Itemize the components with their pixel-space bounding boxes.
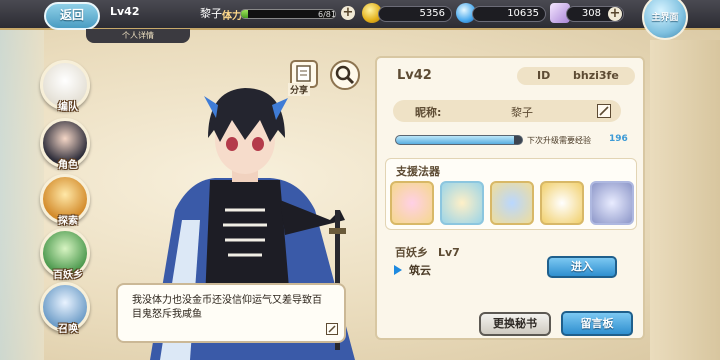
exp-needed: 196 [609,134,628,144]
left-nav: 编队 角色 探索 百妖乡 召唤 [30,40,100,340]
gold-counter: 5356 [378,6,452,22]
artifact-slot-4[interactable] [540,181,584,225]
artifact-slot-5[interactable] [590,181,634,225]
stamina-fill [241,10,248,18]
nav-explore[interactable]: 探索 [40,174,90,227]
top-bar: Lv42 黎子 体力 6/81 + 5356 10635 308 + [0,0,720,30]
nav-village[interactable]: 百妖乡 [40,228,90,281]
main-screen-button[interactable]: 主界面 [642,0,688,40]
edit-nickname-icon[interactable] [597,104,611,118]
support-artifacts: 支援法器 [385,158,637,230]
magnifier-icon [335,65,355,85]
add-scroll-button[interactable]: + [608,7,622,21]
enter-village-button[interactable]: 进入 [547,256,617,278]
speech-bubble: 我没体力也没金币还没信仰运气又差导致百目鬼怒斥我咸鱼 [116,283,346,343]
nav-village-label: 百妖乡 [53,270,83,281]
change-secretary-button[interactable]: 更换秘书 [479,312,551,336]
scroll-counter: 308 + [566,6,624,22]
nav-summon[interactable]: 召唤 [40,282,90,335]
village-label: 百妖乡 [395,246,428,259]
village-arrow-icon [394,265,402,275]
share-label: 分享 [288,83,311,96]
nav-character[interactable]: 角色 [40,118,90,171]
gem-counter: 10635 [472,6,546,22]
id-value: bhzi3fe [573,69,619,82]
player-name: 黎子 [200,7,222,20]
artifact-slot-3[interactable] [490,181,534,225]
exp-bar [395,135,523,145]
exp-label: 下次升级需要经验 [527,136,591,145]
profile-panel: Lv42 ID bhzi3fe 昵称: 黎子 下次升级需要经验 196 支援法器 [375,56,645,340]
zoom-button[interactable] [330,60,360,90]
village-info: 百妖乡 Lv7 [395,244,460,260]
speech-text: 我没体力也没金币还没信仰运气又差导致百目鬼怒斥我咸鱼 [132,295,322,320]
player-level: Lv42 [110,5,140,18]
nickname-label: 昵称: [415,106,442,119]
character-hair [208,88,285,142]
nav-formation[interactable]: 编队 [40,60,90,113]
village-level: Lv7 [438,246,460,259]
scroll-value: 308 [581,8,601,19]
stamina-label: 体力 [222,11,242,22]
nav-summon-label: 召唤 [58,324,78,335]
nav-formation-label: 编队 [58,102,78,113]
stamina-plus-pill: + [338,6,356,22]
nickname-value: 黎子 [511,106,533,119]
message-board-button[interactable]: 留言板 [561,311,633,336]
left-eye [226,137,238,151]
sword-guard [329,228,346,234]
game-scene: Lv42 黎子 体力 6/81 + 5356 10635 308 + 返回 个人… [0,0,720,360]
nav-explore-label: 探索 [58,216,78,227]
nickname-row: 昵称: 黎子 [393,100,621,122]
artifact-slot-1[interactable] [390,181,434,225]
support-title: 支援法器 [396,165,440,178]
edit-icon[interactable] [326,323,338,335]
back-button[interactable]: 返回 [44,2,100,30]
id-label: ID [537,69,551,82]
player-id: ID bhzi3fe [517,67,635,85]
nav-character-label: 角色 [58,160,78,171]
stamina-value: 6/81 [318,10,336,19]
exp-fill [396,136,515,144]
right-decoration [650,40,720,360]
add-stamina-button[interactable]: + [341,6,355,20]
gem-value: 10635 [507,8,539,19]
gold-value: 5356 [419,8,445,19]
artifact-slot-2[interactable] [440,181,484,225]
right-eye [252,137,264,151]
panel-level: Lv42 [397,68,432,83]
profile-details-tab[interactable]: 个人详情 [86,29,190,43]
